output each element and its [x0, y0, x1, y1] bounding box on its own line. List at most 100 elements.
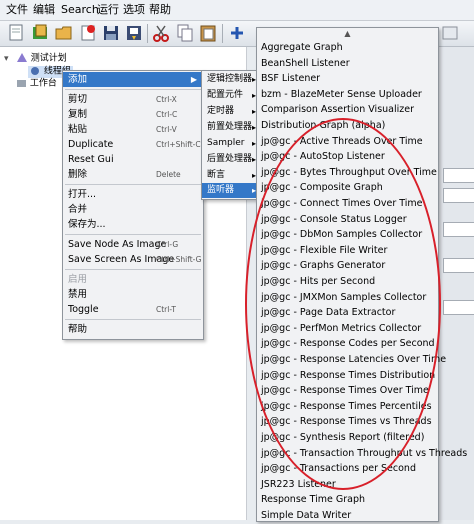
- submenu-item-assertions[interactable]: 断言 ▸: [202, 168, 258, 183]
- menu-item-label: jp@gc - Composite Graph: [261, 182, 383, 194]
- more-tools-icon[interactable]: [440, 23, 460, 43]
- templates-icon[interactable]: [30, 23, 50, 43]
- listener-menu-item[interactable]: jp@gc - AutoStop Listener: [257, 149, 438, 165]
- menu-item-duplicate[interactable]: Duplicate Ctrl+Shift-C: [63, 137, 203, 152]
- menu-item-reset-gui[interactable]: Reset Gui: [63, 152, 203, 167]
- listener-menu-item[interactable]: jp@gc - JMXMon Samples Collector: [257, 290, 438, 306]
- listener-menu-item[interactable]: Simple Data Writer: [257, 508, 438, 524]
- add-submenu: 逻辑控制器 ▸ 配置元件 ▸ 定时器 ▸ 前置处理器 ▸ Sampler ▸ 后…: [201, 70, 259, 200]
- submenu-item-pre-processor[interactable]: 前置处理器 ▸: [202, 120, 258, 135]
- listener-menu-item[interactable]: jp@gc - Transaction Throughput vs Thread…: [257, 446, 467, 462]
- listener-menu-item[interactable]: jp@gc - Response Times vs Threads: [257, 414, 438, 430]
- menu-item-save-as[interactable]: 保存为...: [63, 217, 203, 232]
- listener-menu-item[interactable]: BSF Listener: [257, 71, 438, 87]
- open-icon[interactable]: [54, 23, 74, 43]
- menu-item-label: jp@gc - Connect Times Over Time: [261, 198, 423, 209]
- editor-field[interactable]: [443, 168, 474, 183]
- menu-item-label: 保存为...: [68, 219, 106, 230]
- listener-menu-item[interactable]: Comparison Assertion Visualizer: [257, 102, 438, 118]
- listener-menu-item[interactable]: jp@gc - Response Times Percentiles: [257, 399, 438, 415]
- tree-node-workbench[interactable]: 工作台: [16, 78, 57, 90]
- listener-menu-item[interactable]: jp@gc - Bytes Throughput Over Time: [257, 165, 438, 181]
- expand-icon[interactable]: [227, 23, 247, 43]
- menu-item-merge[interactable]: 合并: [63, 202, 203, 217]
- editor-field[interactable]: [443, 258, 474, 273]
- editor-field[interactable]: [443, 188, 474, 203]
- menu-item-help[interactable]: 帮助: [63, 322, 203, 337]
- menu-item-shortcut: Ctrl+Shift-C: [156, 140, 201, 149]
- menu-item-open[interactable]: 打开...: [63, 187, 203, 202]
- copy-icon[interactable]: [175, 23, 195, 43]
- tree-node-test-plan[interactable]: ▾ 测试计划: [4, 53, 67, 65]
- menu-file[interactable]: 文件: [6, 4, 28, 16]
- menu-item-toggle[interactable]: Toggle Ctrl-T: [63, 302, 203, 317]
- submenu-item-post-processor[interactable]: 后置处理器 ▸: [202, 152, 258, 167]
- menu-edit[interactable]: 编辑: [33, 4, 55, 16]
- menu-item-label: jp@gc - Active Threads Over Time: [261, 135, 423, 147]
- paste-icon[interactable]: [198, 23, 218, 43]
- new-plan-icon[interactable]: [6, 23, 26, 43]
- menu-item-copy[interactable]: 复制 Ctrl-C: [63, 107, 203, 122]
- expand-toggle-icon[interactable]: ▾: [4, 54, 13, 65]
- menu-item-label: Duplicate: [68, 139, 114, 150]
- menu-item-label: JSR223 Listener: [261, 478, 336, 490]
- close-icon[interactable]: [78, 23, 98, 43]
- submenu-item-timer[interactable]: 定时器 ▸: [202, 104, 258, 119]
- menu-item-save-screen-image[interactable]: Save Screen As Image Ctrl+Shift-G: [63, 252, 203, 267]
- thread-group-icon: [31, 67, 39, 75]
- menu-item-label: jp@gc - Synthesis Report (filtered): [261, 432, 425, 443]
- menu-item-delete[interactable]: 删除 Delete: [63, 167, 203, 182]
- menu-item-add[interactable]: 添加 ▶: [63, 72, 203, 87]
- editor-field[interactable]: [443, 222, 474, 237]
- listener-menu-item[interactable]: jp@gc - Graphs Generator: [257, 258, 438, 274]
- menu-item-label: 启用: [68, 274, 88, 285]
- menu-item-label: jp@gc - DbMon Samples Collector: [261, 229, 423, 241]
- menu-search[interactable]: Search: [61, 4, 99, 16]
- listener-menu-item[interactable]: jp@gc - Page Data Extractor: [257, 305, 438, 321]
- menu-run[interactable]: 运行: [97, 4, 119, 16]
- listener-menu-item[interactable]: JSR223 Listener: [257, 477, 438, 493]
- listener-menu-item[interactable]: jp@gc - Hits per Second: [257, 274, 438, 290]
- listener-menu-item[interactable]: jp@gc - DbMon Samples Collector: [257, 227, 438, 243]
- save-screenshot-icon[interactable]: [124, 23, 144, 43]
- listener-menu-item[interactable]: Aggregate Graph: [257, 40, 438, 56]
- menu-item-label: 合并: [68, 204, 88, 215]
- menu-item-disable[interactable]: 禁用: [63, 287, 203, 302]
- menu-item-paste[interactable]: 粘贴 Ctrl-V: [63, 122, 203, 137]
- menu-item-cut[interactable]: 剪切 Ctrl-X: [63, 92, 203, 107]
- menu-item-label: BSF Listener: [261, 73, 321, 85]
- listener-menu-item[interactable]: Distribution Graph (alpha): [257, 118, 438, 134]
- submenu-item-config-element[interactable]: 配置元件 ▸: [202, 88, 258, 103]
- save-icon[interactable]: [101, 23, 121, 43]
- listener-menu-item[interactable]: Response Time Graph: [257, 492, 438, 508]
- menu-item-save-node-image[interactable]: Save Node As Image Ctrl-G: [63, 237, 203, 252]
- listener-menu-item[interactable]: jp@gc - Composite Graph: [257, 180, 438, 196]
- editor-field[interactable]: [443, 300, 474, 315]
- listener-menu-item[interactable]: jp@gc - Active Threads Over Time: [257, 134, 438, 150]
- menu-item-label: 监听器: [207, 185, 235, 195]
- menu-options[interactable]: 选项: [123, 4, 145, 16]
- cut-icon[interactable]: [151, 23, 171, 43]
- listener-menu-item[interactable]: jp@gc - Console Status Logger: [257, 212, 438, 228]
- listener-menu-item[interactable]: jp@gc - Flexible File Writer: [257, 243, 438, 259]
- menu-item-label: Save Node As Image: [68, 239, 167, 250]
- menu-item-label: jp@gc - Response Codes per Second: [261, 338, 435, 350]
- scroll-up-icon[interactable]: ▲: [257, 29, 438, 40]
- listener-menu-item[interactable]: bzm - BlazeMeter Sense Uploader: [257, 87, 438, 103]
- listener-menu-item[interactable]: jp@gc - Connect Times Over Time: [257, 196, 438, 212]
- submenu-item-sampler[interactable]: Sampler ▸: [202, 136, 258, 151]
- menu-item-label: 打开...: [68, 189, 97, 200]
- listener-menu-item[interactable]: BeanShell Listener: [257, 56, 438, 72]
- listener-menu-item[interactable]: jp@gc - PerfMon Metrics Collector: [257, 321, 438, 337]
- listener-menu-item[interactable]: jp@gc - Response Latencies Over Time: [257, 352, 446, 368]
- listener-menu-item[interactable]: jp@gc - Response Times Over Time: [257, 383, 438, 399]
- listener-menu-item[interactable]: jp@gc - Transactions per Second: [257, 461, 438, 477]
- submenu-item-listener[interactable]: 监听器 ▸: [202, 183, 258, 198]
- menu-help[interactable]: 帮助: [149, 4, 171, 16]
- listener-menu-item[interactable]: jp@gc - Synthesis Report (filtered): [257, 430, 438, 446]
- listener-menu-item[interactable]: jp@gc - Response Codes per Second: [257, 336, 438, 352]
- tree-node-label: 测试计划: [30, 53, 67, 64]
- submenu-item-logic-controller[interactable]: 逻辑控制器 ▸: [202, 72, 258, 87]
- listener-menu-item[interactable]: jp@gc - Response Times Distribution: [257, 368, 438, 384]
- menu-item-label: jp@gc - Flexible File Writer: [261, 244, 388, 256]
